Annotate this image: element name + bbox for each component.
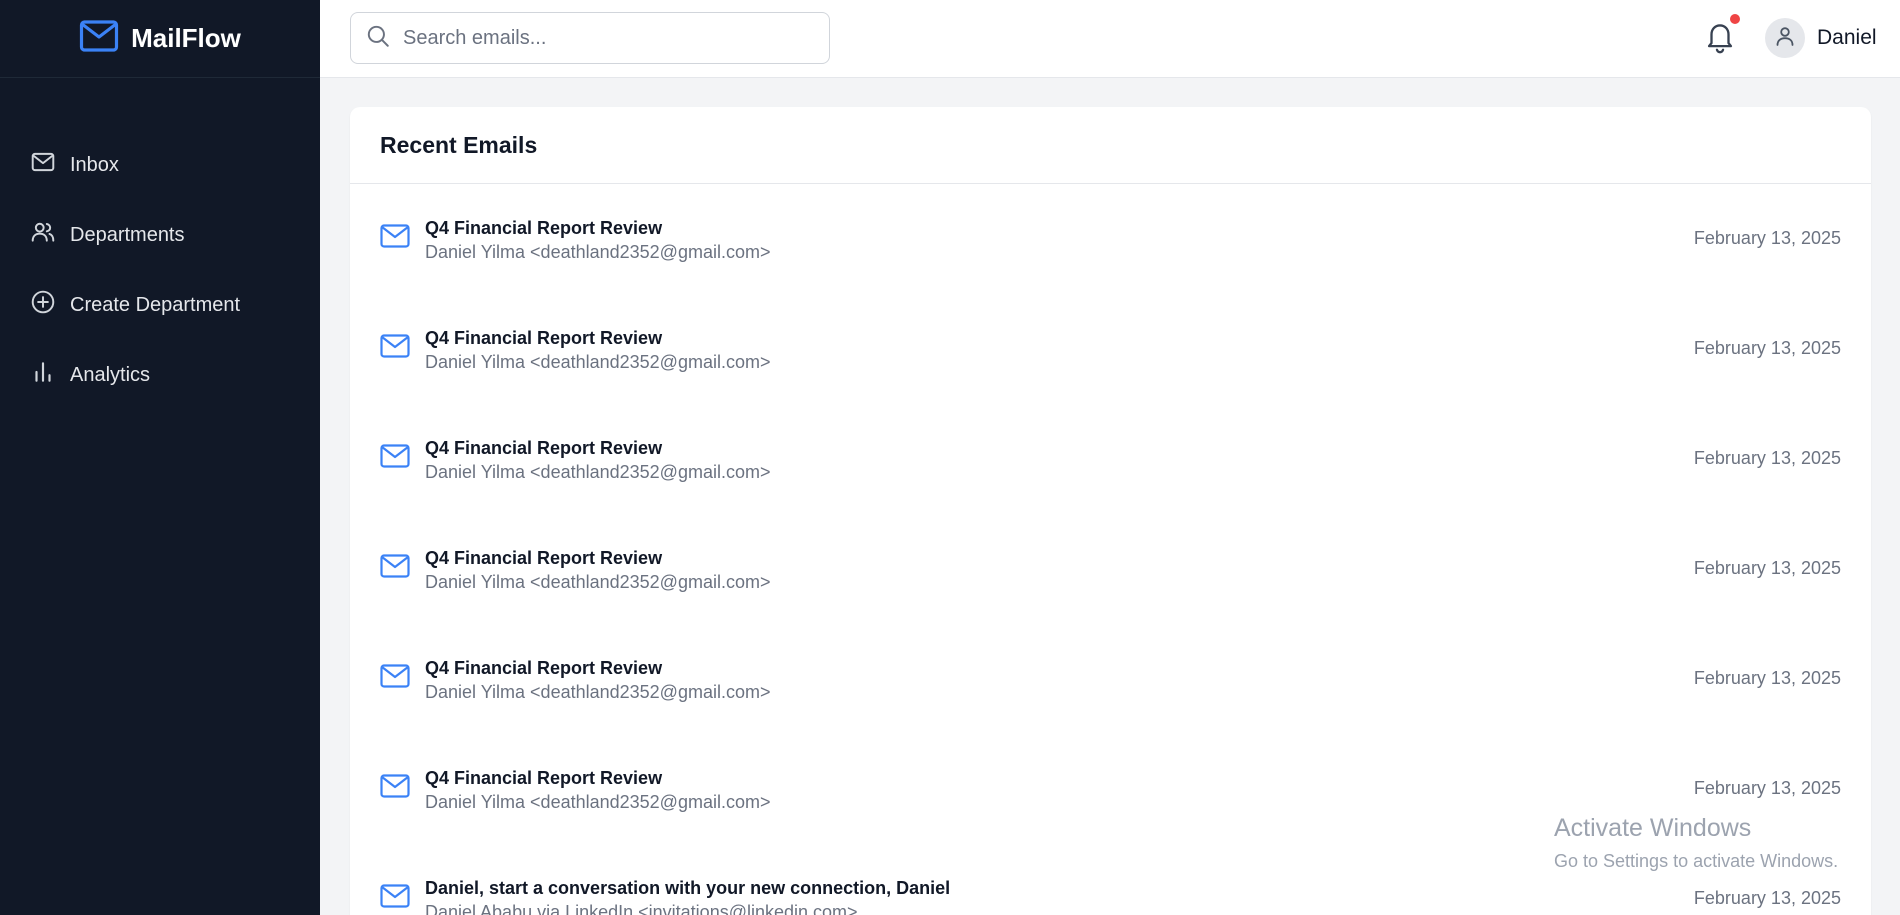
email-text: Q4 Financial Report Review Daniel Yilma … bbox=[425, 767, 770, 815]
avatar bbox=[1765, 18, 1805, 58]
email-sender: Daniel Yilma <deathland2352@gmail.com> bbox=[425, 572, 771, 592]
email-subject: Q4 Financial Report Review bbox=[425, 328, 663, 348]
mail-icon bbox=[380, 224, 410, 248]
email-subject: Q4 Financial Report Review bbox=[425, 548, 663, 568]
notifications-button[interactable] bbox=[1705, 14, 1740, 54]
email-sender: Daniel Yilma <deathland2352@gmail.com> bbox=[425, 682, 771, 702]
mail-icon bbox=[380, 334, 410, 358]
email-text: Q4 Financial Report Review Daniel Yilma … bbox=[425, 657, 770, 705]
sidebar-item-analytics[interactable]: Analytics bbox=[0, 340, 320, 410]
sidebar-nav: Inbox Departments Create Department Anal… bbox=[0, 78, 320, 410]
email-date: February 13, 2025 bbox=[1693, 778, 1841, 798]
email-sender: Daniel Yilma <deathland2352@gmail.com> bbox=[425, 462, 771, 482]
sidebar-item-label: Inbox bbox=[70, 153, 119, 176]
notification-badge bbox=[1730, 14, 1740, 24]
email-date: February 13, 2025 bbox=[1693, 448, 1841, 468]
mail-icon bbox=[380, 664, 410, 688]
email-date: February 13, 2025 bbox=[1693, 228, 1841, 248]
email-sender: Daniel Yilma <deathland2352@gmail.com> bbox=[425, 242, 771, 262]
email-date: February 13, 2025 bbox=[1693, 558, 1841, 578]
email-row[interactable]: Q4 Financial Report Review Daniel Yilma … bbox=[350, 514, 1871, 624]
email-row[interactable]: Q4 Financial Report Review Daniel Yilma … bbox=[350, 404, 1871, 514]
bar-chart-icon bbox=[30, 359, 70, 391]
brand[interactable]: MailFlow bbox=[0, 0, 320, 78]
users-icon bbox=[30, 219, 70, 251]
sidebar-item-label: Departments bbox=[70, 223, 185, 246]
page-title: Recent Emails bbox=[380, 131, 538, 158]
top-bar: Daniel bbox=[320, 0, 1900, 78]
mail-icon bbox=[380, 554, 410, 578]
app-name: MailFlow bbox=[131, 23, 241, 53]
sidebar-item-label: Analytics bbox=[70, 363, 151, 386]
email-text: Q4 Financial Report Review Daniel Yilma … bbox=[425, 327, 770, 375]
plus-circle-icon bbox=[30, 289, 70, 321]
sidebar: MailFlow Inbox Departments Create Depart… bbox=[0, 0, 320, 915]
mail-icon bbox=[30, 149, 70, 181]
email-row[interactable]: Q4 Financial Report Review Daniel Yilma … bbox=[350, 624, 1871, 734]
email-date: February 13, 2025 bbox=[1693, 338, 1841, 358]
email-subject: Q4 Financial Report Review bbox=[425, 768, 663, 788]
mail-icon bbox=[380, 774, 410, 798]
card-header: Recent Emails bbox=[350, 107, 1871, 184]
sidebar-item-label: Create Department bbox=[70, 293, 241, 316]
email-sender: Daniel Yilma <deathland2352@gmail.com> bbox=[425, 792, 771, 812]
email-subject: Q4 Financial Report Review bbox=[425, 658, 663, 678]
search-input[interactable] bbox=[403, 26, 823, 50]
bell-icon bbox=[1705, 24, 1735, 58]
user-menu[interactable]: Daniel bbox=[1765, 18, 1877, 58]
sidebar-item-departments[interactable]: Departments bbox=[0, 200, 320, 270]
email-row[interactable]: Q4 Financial Report Review Daniel Yilma … bbox=[350, 294, 1871, 404]
email-subject: Q4 Financial Report Review bbox=[425, 438, 663, 458]
email-row[interactable]: Daniel, start a conversation with your n… bbox=[350, 844, 1871, 915]
email-row[interactable]: Q4 Financial Report Review Daniel Yilma … bbox=[350, 734, 1871, 844]
email-list: Q4 Financial Report Review Daniel Yilma … bbox=[350, 184, 1871, 915]
mail-icon bbox=[380, 444, 410, 468]
email-text: Q4 Financial Report Review Daniel Yilma … bbox=[425, 437, 770, 485]
user-icon bbox=[1773, 24, 1797, 53]
email-text: Daniel, start a conversation with your n… bbox=[425, 877, 950, 915]
email-subject: Daniel, start a conversation with your n… bbox=[425, 878, 951, 898]
email-sender: Daniel Ababu via LinkedIn <invitations@l… bbox=[425, 902, 858, 915]
sidebar-item-inbox[interactable]: Inbox bbox=[0, 130, 320, 200]
search-icon bbox=[351, 23, 391, 54]
email-text: Q4 Financial Report Review Daniel Yilma … bbox=[425, 547, 770, 595]
email-row[interactable]: Q4 Financial Report Review Daniel Yilma … bbox=[350, 184, 1871, 294]
search-box[interactable] bbox=[350, 12, 830, 64]
email-date: February 13, 2025 bbox=[1693, 668, 1841, 688]
mail-logo-icon bbox=[79, 19, 119, 58]
user-name: Daniel bbox=[1817, 26, 1877, 49]
mail-icon bbox=[380, 884, 410, 908]
recent-emails-card: Recent Emails Q4 Financial Report Review… bbox=[350, 107, 1871, 915]
email-subject: Q4 Financial Report Review bbox=[425, 218, 663, 238]
sidebar-item-create-department[interactable]: Create Department bbox=[0, 270, 320, 340]
email-text: Q4 Financial Report Review Daniel Yilma … bbox=[425, 217, 770, 265]
email-sender: Daniel Yilma <deathland2352@gmail.com> bbox=[425, 352, 771, 372]
email-date: February 13, 2025 bbox=[1693, 888, 1841, 908]
